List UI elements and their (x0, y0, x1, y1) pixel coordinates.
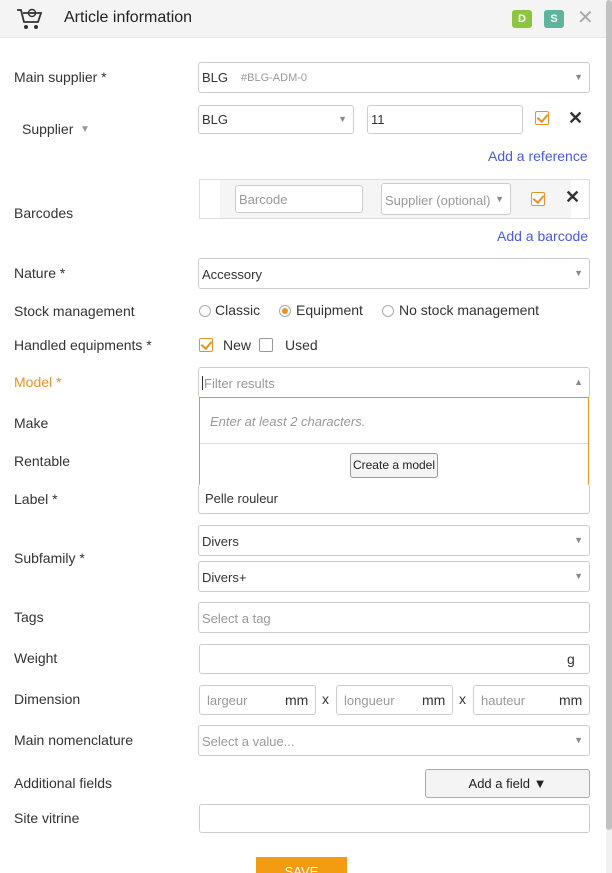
supplier-toggle-icon[interactable]: ▼ (80, 124, 90, 135)
nature-select[interactable]: Accessory ▼ (198, 258, 590, 289)
main-supplier-name: BLG (202, 70, 229, 85)
main-supplier-label: Main supplier * (14, 69, 107, 85)
dimension-length-input[interactable]: longueur mm (336, 685, 453, 715)
dimension-width-input[interactable]: largeur mm (199, 685, 316, 715)
remove-barcode-icon[interactable]: ✕ (565, 187, 580, 208)
chevron-down-icon: ▼ (574, 268, 583, 278)
subfamily-select-2[interactable]: Divers+ ▼ (198, 561, 590, 592)
nature-label: Nature * (14, 265, 66, 281)
dimension-length-placeholder: longueur (344, 693, 395, 708)
modal-header: Article information D S ✕ (0, 0, 606, 38)
add-barcode-link[interactable]: Add a barcode (497, 228, 588, 244)
scrollbar-thumb[interactable] (606, 0, 612, 830)
model-dropdown: Enter at least 2 characters. Create a mo… (199, 397, 589, 487)
main-nomenclature-label: Main nomenclature (14, 732, 134, 748)
supplier-value: BLG (202, 112, 229, 127)
barcode-row: Barcode Supplier (optional) ▼ ✕ (199, 179, 590, 219)
radio-classic-label: Classic (215, 302, 261, 318)
dimension-separator-2: x (459, 691, 466, 707)
add-reference-link[interactable]: Add a reference (488, 148, 588, 164)
supplier-reference-input[interactable]: 11 (367, 105, 523, 134)
additional-fields-label: Additional fields (14, 775, 113, 791)
site-vitrine-label: Site vitrine (14, 810, 80, 826)
dimension-width-unit: mm (285, 692, 309, 708)
radio-classic[interactable] (199, 305, 211, 317)
weight-label: Weight (14, 650, 58, 666)
barcode-placeholder: Barcode (239, 192, 288, 207)
modal-title: Article information (64, 9, 193, 26)
scrollbar[interactable] (606, 0, 612, 873)
model-filter-input[interactable]: Filter results ▲ (198, 367, 590, 398)
badge-d[interactable]: D (512, 10, 532, 28)
chevron-down-icon: ▼ (574, 72, 583, 82)
barcodes-label: Barcodes (14, 205, 74, 221)
subfamily-value-2: Divers+ (202, 570, 247, 585)
cart-gear-icon (17, 8, 43, 29)
radio-equipment-label: Equipment (296, 302, 363, 318)
main-nomenclature-placeholder: Select a value... (202, 734, 295, 749)
badge-s[interactable]: S (544, 10, 564, 28)
model-hint: Enter at least 2 characters. (210, 414, 366, 429)
barcode-checkbox[interactable] (531, 192, 545, 206)
supplier-reference-value: 11 (371, 112, 385, 127)
radio-no-stock[interactable] (382, 305, 394, 317)
dimension-height-input[interactable]: hauteur mm (473, 685, 590, 715)
radio-no-stock-label: No stock management (399, 302, 540, 318)
add-field-button[interactable]: Add a field ▼ (425, 769, 590, 798)
barcode-supplier-select[interactable]: Supplier (optional) ▼ (381, 183, 511, 215)
tags-placeholder: Select a tag (202, 611, 271, 626)
tags-input[interactable]: Select a tag (198, 602, 590, 633)
create-model-button[interactable]: Create a model (350, 453, 438, 478)
dimension-label: Dimension (14, 691, 81, 707)
dimension-length-unit: mm (422, 692, 446, 708)
label-label: Label * (14, 491, 58, 507)
handled-new-label: New (223, 337, 252, 353)
model-filter-placeholder: Filter results (204, 376, 275, 391)
stock-management-label: Stock management (14, 303, 135, 319)
chevron-down-icon: ▼ (574, 735, 583, 745)
make-label: Make (14, 415, 49, 431)
handled-used-checkbox[interactable] (259, 338, 273, 352)
label-input[interactable]: Pelle rouleur (198, 484, 590, 514)
chevron-down-icon: ▼ (495, 194, 504, 204)
handled-equipments-label: Handled equipments * (14, 337, 152, 353)
weight-input[interactable]: g (199, 644, 590, 674)
model-label: Model * (14, 374, 62, 390)
close-icon[interactable]: ✕ (577, 7, 594, 29)
supplier-reference-checkbox[interactable] (535, 111, 549, 125)
radio-equipment[interactable] (279, 305, 291, 317)
chevron-up-icon: ▲ (574, 377, 583, 387)
main-nomenclature-select[interactable]: Select a value... ▼ (198, 725, 590, 756)
remove-reference-icon[interactable]: ✕ (568, 108, 583, 129)
rentable-label: Rentable (14, 453, 71, 469)
main-supplier-code: #BLG-ADM-0 (241, 72, 308, 84)
handled-new-checkbox[interactable] (199, 338, 213, 352)
chevron-down-icon: ▼ (574, 571, 583, 581)
dimension-height-placeholder: hauteur (481, 693, 526, 708)
weight-unit: g (567, 651, 575, 667)
site-vitrine-input[interactable] (199, 804, 590, 833)
subfamily-label: Subfamily * (14, 550, 85, 566)
dimension-width-placeholder: largeur (207, 693, 248, 708)
chevron-down-icon: ▼ (338, 114, 347, 124)
label-value: Pelle rouleur (205, 491, 278, 506)
dimension-height-unit: mm (559, 692, 583, 708)
dimension-separator-1: x (322, 691, 329, 707)
main-supplier-select[interactable]: BLG #BLG-ADM-0 ▼ (198, 62, 590, 93)
handled-used-label: Used (285, 337, 318, 353)
supplier-label: Supplier (22, 121, 74, 137)
barcode-input[interactable]: Barcode (235, 185, 363, 213)
supplier-select[interactable]: BLG ▼ (198, 105, 354, 134)
chevron-down-icon: ▼ (574, 535, 583, 545)
subfamily-select-1[interactable]: Divers ▼ (198, 525, 590, 556)
subfamily-value-1: Divers (202, 534, 239, 549)
save-button[interactable]: SAVE (256, 857, 347, 873)
nature-value: Accessory (202, 267, 262, 282)
barcode-supplier-placeholder: Supplier (optional) (385, 193, 491, 208)
tags-label: Tags (14, 609, 44, 625)
